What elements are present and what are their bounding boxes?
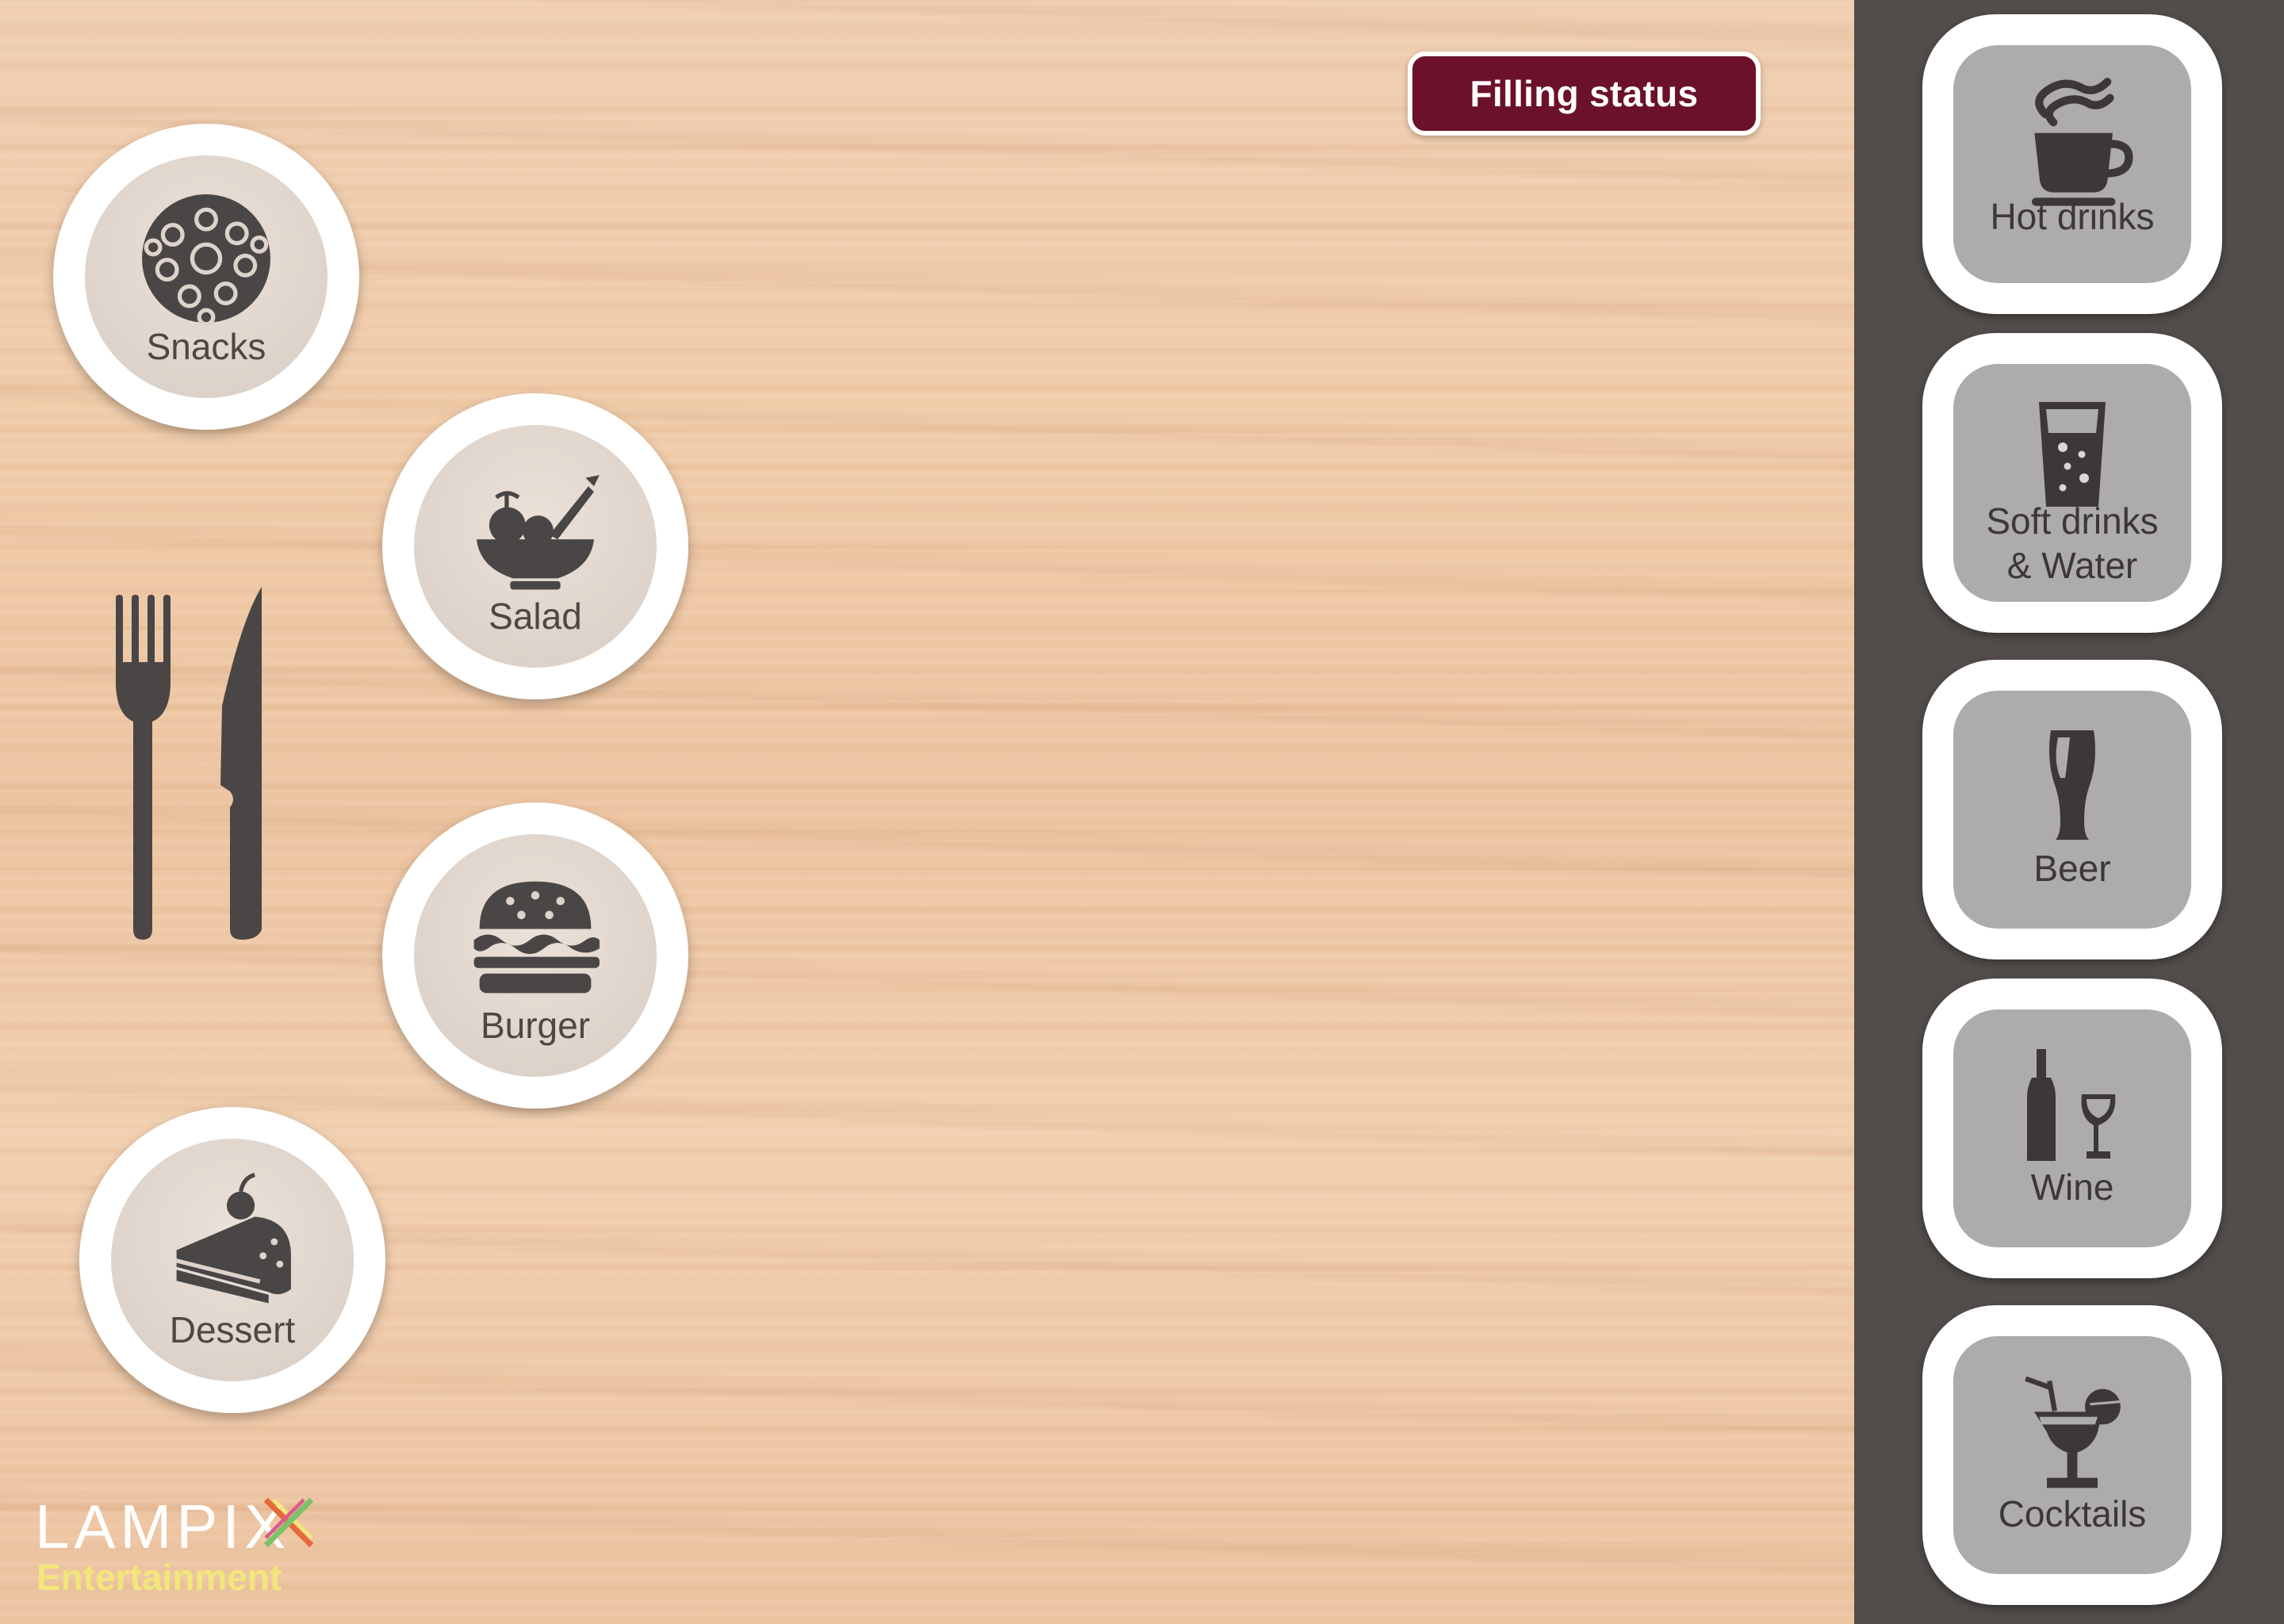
wine-tile: Wine — [1953, 1009, 2191, 1247]
donut-icon — [142, 194, 270, 327]
burger-button[interactable]: Burger — [382, 802, 688, 1109]
burger-plate: Burger — [414, 834, 657, 1077]
logo-x-mark-icon — [263, 1497, 314, 1548]
logo-brand-text: LAMPIX — [35, 1492, 291, 1561]
salad-plate: Salad — [414, 425, 657, 668]
wine-button[interactable]: Wine — [1922, 979, 2222, 1278]
beer-tile: Beer — [1953, 691, 2191, 929]
burger-label: Burger — [480, 1005, 591, 1046]
soft-drinks-tile: Soft drinks & Water — [1953, 364, 2191, 602]
cocktail-icon — [2025, 1376, 2121, 1488]
beer-glass-icon — [2049, 730, 2095, 840]
beer-label: Beer — [2033, 848, 2111, 889]
snacks-label: Snacks — [146, 326, 266, 367]
cake-slice-icon — [175, 1172, 291, 1304]
snacks-button[interactable]: Snacks — [53, 124, 359, 430]
soft-drinks-label-line2: & Water — [2006, 545, 2138, 586]
soft-drinks-button[interactable]: Soft drinks & Water — [1922, 333, 2222, 633]
salad-label: Salad — [489, 596, 582, 637]
salad-button[interactable]: Salad — [382, 393, 688, 699]
hot-drinks-button[interactable]: Hot drinks — [1922, 14, 2222, 314]
hot-drinks-tile: Hot drinks — [1953, 45, 2191, 283]
dessert-button[interactable]: Dessert — [79, 1107, 385, 1413]
cocktails-label: Cocktails — [1998, 1493, 2147, 1534]
cutlery-icon — [116, 587, 262, 940]
soft-drinks-label-line1: Soft drinks — [1986, 500, 2159, 542]
dessert-label: Dessert — [169, 1309, 296, 1350]
logo-sub-text: Entertainment — [36, 1557, 282, 1598]
filling-status-button[interactable]: Filling status — [1408, 52, 1761, 136]
coffee-cup-icon — [2032, 78, 2133, 206]
snacks-plate: Snacks — [85, 155, 328, 398]
burger-icon — [473, 881, 600, 994]
lampix-logo: LAMPIX Entertainment — [35, 1491, 320, 1602]
beer-button[interactable]: Beer — [1922, 660, 2222, 959]
wine-bottle-glass-icon — [2027, 1049, 2116, 1161]
cocktails-tile: Cocktails — [1953, 1336, 2191, 1574]
hot-drinks-label: Hot drinks — [1990, 196, 2155, 237]
salad-bowl-icon — [477, 475, 600, 590]
soda-glass-icon — [2039, 402, 2106, 507]
wine-label: Wine — [2030, 1166, 2114, 1208]
dessert-plate: Dessert — [111, 1139, 354, 1381]
cocktails-button[interactable]: Cocktails — [1922, 1305, 2222, 1605]
